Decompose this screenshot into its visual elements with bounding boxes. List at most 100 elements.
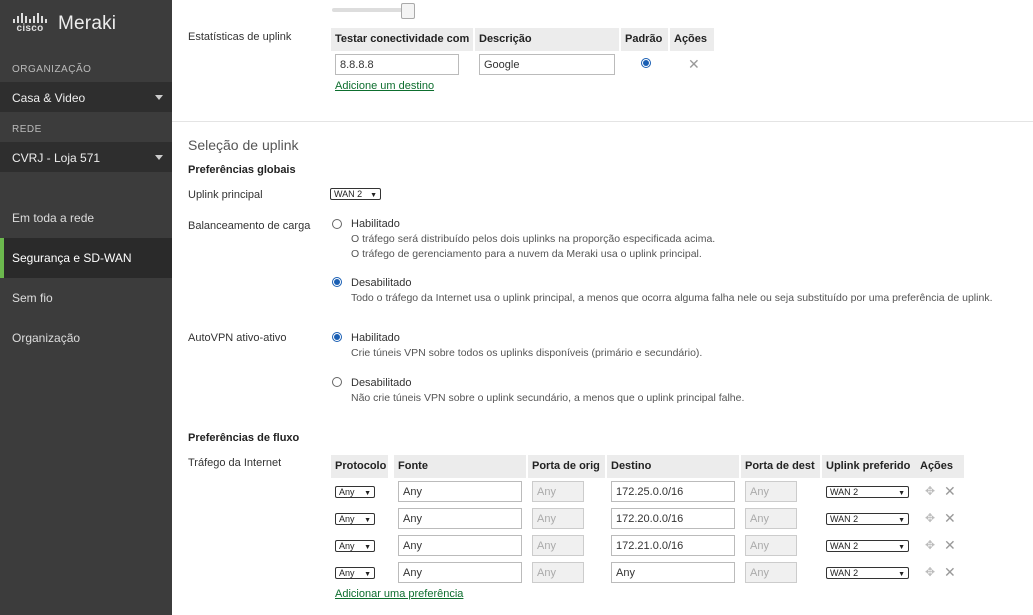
- connectivity-description-input[interactable]: [479, 54, 615, 75]
- protocol-select[interactable]: Any ▼: [335, 486, 375, 498]
- protocol-select[interactable]: Any ▼: [335, 540, 375, 552]
- close-icon[interactable]: ✕: [944, 484, 956, 498]
- col-source: Fonte: [394, 455, 526, 478]
- app-root: cisco Meraki ORGANIZAÇÃO Casa & Video RE…: [0, 0, 1033, 615]
- source-port-input: [532, 508, 584, 529]
- source-input[interactable]: [398, 481, 522, 502]
- chevron-down-icon: ▼: [364, 517, 371, 524]
- load-balancing-disabled-label: Desabilitado: [351, 277, 412, 289]
- load-balancing-enabled-desc: O tráfego será distribuído pelos dois up…: [351, 233, 716, 245]
- uplink-selection-title: Seleção de uplink: [188, 137, 299, 153]
- source-port-input: [532, 535, 584, 556]
- dest-port-input: [745, 562, 797, 583]
- traffic-slider-track: [332, 8, 412, 12]
- drag-handle-icon[interactable]: ✥: [925, 485, 935, 497]
- preferred-uplink-select[interactable]: WAN 2 ▼: [826, 486, 909, 498]
- close-icon[interactable]: ✕: [944, 565, 956, 579]
- source-port-input: [532, 481, 584, 502]
- destination-input[interactable]: [611, 481, 735, 502]
- autovpn-enabled-label: Habilitado: [351, 332, 400, 344]
- chevron-down-icon: [155, 155, 163, 160]
- protocol-value: Any: [339, 514, 355, 524]
- close-icon[interactable]: ✕: [944, 511, 956, 525]
- chevron-down-icon: ▼: [364, 571, 371, 578]
- source-input[interactable]: [398, 562, 522, 583]
- preferred-uplink-select[interactable]: WAN 2 ▼: [826, 567, 909, 579]
- col-flow-actions: Ações: [916, 455, 964, 478]
- cisco-logo-icon: cisco: [12, 11, 48, 35]
- nav-wireless[interactable]: Sem fio: [0, 278, 172, 318]
- protocol-select[interactable]: Any ▼: [335, 567, 375, 579]
- autovpn-enabled-desc: Crie túneis VPN sobre todos os uplinks d…: [351, 347, 703, 359]
- network-value: CVRJ - Loja 571: [12, 151, 101, 165]
- primary-uplink-select[interactable]: WAN 2 ▼: [330, 188, 381, 200]
- destination-input[interactable]: [611, 535, 735, 556]
- dest-port-input: [745, 508, 797, 529]
- connectivity-target-input[interactable]: [335, 54, 459, 75]
- chevron-down-icon: ▼: [898, 490, 905, 497]
- nav-network-wide[interactable]: Em toda a rede: [0, 198, 172, 238]
- destination-input[interactable]: [611, 562, 735, 583]
- nav-organization[interactable]: Organização: [0, 318, 172, 358]
- col-test-connectivity: Testar conectividade com: [331, 28, 473, 51]
- preferred-uplink-select[interactable]: WAN 2 ▼: [826, 513, 909, 525]
- autovpn-label: AutoVPN ativo-ativo: [188, 332, 287, 344]
- autovpn-disabled-desc: Não crie túneis VPN sobre o uplink secun…: [351, 392, 745, 404]
- add-preference-link[interactable]: Adicionar uma preferência: [335, 588, 463, 600]
- col-dest-port: Porta de dest: [741, 455, 820, 478]
- load-balancing-enabled-desc2: O tráfego de gerenciamento para a nuvem …: [351, 248, 702, 260]
- main-content: Estatísticas de uplink Testar conectivid…: [172, 0, 1033, 615]
- chevron-down-icon: ▼: [364, 544, 371, 551]
- drag-handle-icon[interactable]: ✥: [925, 566, 935, 578]
- sidebar: cisco Meraki ORGANIZAÇÃO Casa & Video RE…: [0, 0, 172, 615]
- col-actions: Ações: [670, 28, 714, 51]
- traffic-slider-handle[interactable]: [401, 3, 415, 19]
- dest-port-input: [745, 481, 797, 502]
- network-dropdown[interactable]: CVRJ - Loja 571: [0, 142, 172, 172]
- default-target-radio[interactable]: [641, 58, 651, 68]
- protocol-select[interactable]: Any ▼: [335, 513, 375, 525]
- col-protocol: Protocolo: [331, 455, 388, 478]
- col-description: Descrição: [475, 28, 619, 51]
- col-source-port: Porta de orig: [528, 455, 605, 478]
- source-input[interactable]: [398, 535, 522, 556]
- primary-uplink-label: Uplink principal: [188, 189, 263, 201]
- chevron-down-icon: ▼: [898, 517, 905, 524]
- uplink-stats-label: Estatísticas de uplink: [188, 31, 292, 43]
- load-balancing-label: Balanceamento de carga: [188, 220, 311, 232]
- col-destination: Destino: [607, 455, 739, 478]
- meraki-logo[interactable]: cisco Meraki: [12, 11, 116, 35]
- load-balancing-enabled-label: Habilitado: [351, 218, 400, 230]
- close-icon[interactable]: ✕: [944, 538, 956, 552]
- organization-value: Casa & Video: [12, 91, 86, 105]
- protocol-value: Any: [339, 487, 355, 497]
- cisco-wordmark: cisco: [16, 23, 44, 34]
- source-input[interactable]: [398, 508, 522, 529]
- chevron-down-icon: ▼: [898, 544, 905, 551]
- protocol-value: Any: [339, 541, 355, 551]
- meraki-wordmark: Meraki: [58, 13, 117, 34]
- autovpn-enabled-radio[interactable]: [332, 332, 342, 342]
- preferred-uplink-value: WAN 2: [830, 541, 859, 551]
- load-balancing-disabled-radio[interactable]: [332, 277, 342, 287]
- drag-handle-icon[interactable]: ✥: [925, 512, 935, 524]
- load-balancing-enabled-radio[interactable]: [332, 219, 342, 229]
- preferred-uplink-value: WAN 2: [830, 487, 859, 497]
- chevron-down-icon: ▼: [364, 490, 371, 497]
- internet-traffic-label: Tráfego da Internet: [188, 457, 282, 469]
- preferred-uplink-value: WAN 2: [830, 514, 859, 524]
- drag-handle-icon[interactable]: ✥: [925, 539, 935, 551]
- autovpn-disabled-label: Desabilitado: [351, 377, 412, 389]
- organization-label: ORGANIZAÇÃO: [12, 64, 92, 75]
- destination-input[interactable]: [611, 508, 735, 529]
- preferred-uplink-select[interactable]: WAN 2 ▼: [826, 540, 909, 552]
- close-icon[interactable]: ✕: [688, 57, 700, 71]
- autovpn-disabled-radio[interactable]: [332, 377, 342, 387]
- add-destination-link[interactable]: Adicione um destino: [335, 80, 434, 92]
- nav-security-sdwan[interactable]: Segurança e SD-WAN: [0, 238, 172, 278]
- organization-dropdown[interactable]: Casa & Video: [0, 82, 172, 112]
- section-divider: [172, 121, 1033, 122]
- chevron-down-icon: [155, 95, 163, 100]
- flow-preferences-heading: Preferências de fluxo: [188, 432, 300, 444]
- network-label: REDE: [12, 124, 42, 135]
